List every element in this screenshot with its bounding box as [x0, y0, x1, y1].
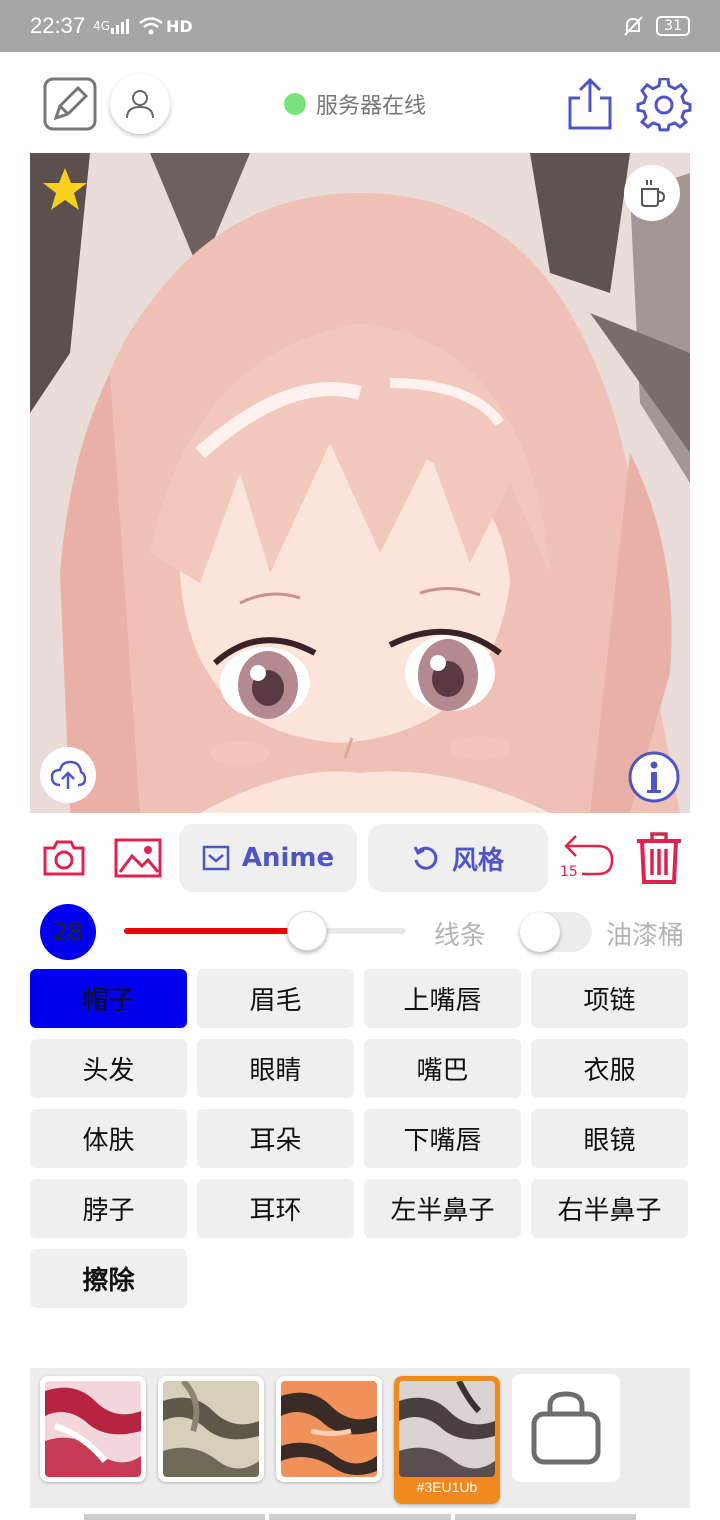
part-button[interactable]: 擦除: [30, 1249, 187, 1308]
status-bar: 22:37 4G HD 31: [0, 0, 720, 52]
info-button[interactable]: [626, 749, 682, 805]
style-label: 风格: [451, 845, 504, 876]
part-button[interactable]: 头发: [30, 1039, 187, 1098]
part-button[interactable]: 衣服: [531, 1039, 688, 1098]
toggle-knob: [520, 912, 560, 952]
style-button[interactable]: 风格: [368, 824, 548, 892]
style-store-button[interactable]: [512, 1374, 620, 1482]
image-icon: [114, 838, 162, 878]
style-thumbnail-image: [163, 1381, 259, 1477]
style-thumbnail-image: [281, 1381, 377, 1477]
refresh-icon: [413, 846, 438, 870]
style-thumbnail-image: [45, 1381, 141, 1477]
gallery-button[interactable]: [112, 834, 164, 882]
style-thumbnail-image: [399, 1381, 495, 1477]
anime-model-button[interactable]: Anime: [179, 824, 357, 892]
part-button[interactable]: 体肤: [30, 1109, 187, 1168]
brush-size-slider[interactable]: [124, 911, 406, 951]
part-button[interactable]: 眉毛: [197, 969, 354, 1028]
edit-icon: [43, 77, 97, 131]
account-button[interactable]: [110, 74, 170, 134]
star-icon: [43, 168, 87, 210]
battery-level: 31: [656, 16, 690, 36]
delete-button[interactable]: [634, 830, 684, 886]
part-button[interactable]: 下嘴唇: [364, 1109, 521, 1168]
brush-size-indicator: 28: [40, 904, 96, 960]
undo-count: 15: [560, 864, 578, 880]
upload-button[interactable]: [40, 747, 96, 803]
part-button[interactable]: 嘴巴: [364, 1039, 521, 1098]
style-swatch[interactable]: [40, 1376, 146, 1482]
mute-bell-icon: [624, 16, 643, 36]
gear-icon: [636, 78, 692, 132]
part-button[interactable]: 项链: [531, 969, 688, 1028]
paint-bucket-label: 油漆桶: [606, 921, 685, 951]
part-button[interactable]: 眼睛: [197, 1039, 354, 1098]
clock: 22:37: [30, 13, 86, 38]
cloud-upload-icon: [50, 760, 86, 789]
style-swatch[interactable]: [276, 1376, 382, 1482]
slider-thumb[interactable]: [287, 911, 328, 951]
lines-label: 线条: [434, 921, 487, 951]
coffee-button[interactable]: [624, 165, 680, 221]
slider-fill: [124, 928, 308, 934]
part-button[interactable]: 左半鼻子: [364, 1179, 521, 1238]
share-icon: [568, 77, 612, 130]
network-type: 4G: [93, 19, 110, 33]
wifi-icon: [139, 17, 163, 35]
server-status-label: 服务器在线: [316, 94, 427, 119]
part-button[interactable]: 眼镜: [531, 1109, 688, 1168]
style-code: #3EU1Ub: [416, 1479, 478, 1495]
part-button[interactable]: 帽子: [30, 969, 187, 1028]
style-swatch[interactable]: [158, 1376, 264, 1482]
part-button[interactable]: 脖子: [30, 1179, 187, 1238]
part-button[interactable]: 上嘴唇: [364, 969, 521, 1028]
paint-bucket-toggle[interactable]: [520, 912, 592, 952]
trash-icon: [637, 832, 681, 884]
settings-button[interactable]: [636, 78, 692, 134]
signal-icon: [111, 19, 129, 34]
edit-sketch-button[interactable]: [42, 76, 98, 132]
bottom-divider: [84, 1514, 636, 1520]
server-status: 服务器在线: [284, 88, 426, 120]
camera-icon: [43, 840, 85, 876]
checkbox-icon: [202, 845, 230, 871]
style-swatch-selected[interactable]: #3EU1Ub: [394, 1376, 500, 1504]
info-icon: [628, 751, 680, 803]
drawing-canvas[interactable]: [30, 153, 690, 813]
online-dot-icon: [284, 93, 306, 115]
camera-button[interactable]: [40, 832, 88, 884]
hd-indicator: HD: [166, 16, 193, 36]
anime-portrait-image: [30, 153, 690, 813]
anime-model-label: Anime: [241, 843, 335, 873]
coffee-cup-icon: [641, 180, 666, 207]
undo-button[interactable]: 15: [558, 832, 616, 884]
style-swatch-strip: #3EU1Ub: [30, 1368, 690, 1508]
part-button[interactable]: 耳朵: [197, 1109, 354, 1168]
favorite-button[interactable]: [40, 165, 90, 215]
part-button[interactable]: 右半鼻子: [531, 1179, 688, 1238]
user-icon: [126, 90, 154, 119]
part-button[interactable]: 耳环: [197, 1179, 354, 1238]
share-button[interactable]: [564, 76, 616, 132]
part-selector-grid: 帽子 眉毛 上嘴唇 项链头发 眼睛 嘴巴 衣服体肤 耳朵 下嘴唇 眼镜脖子 耳环 左半鼻子 右半鼻子擦除: [30, 969, 690, 1308]
shopping-bag-icon: [531, 1391, 601, 1465]
